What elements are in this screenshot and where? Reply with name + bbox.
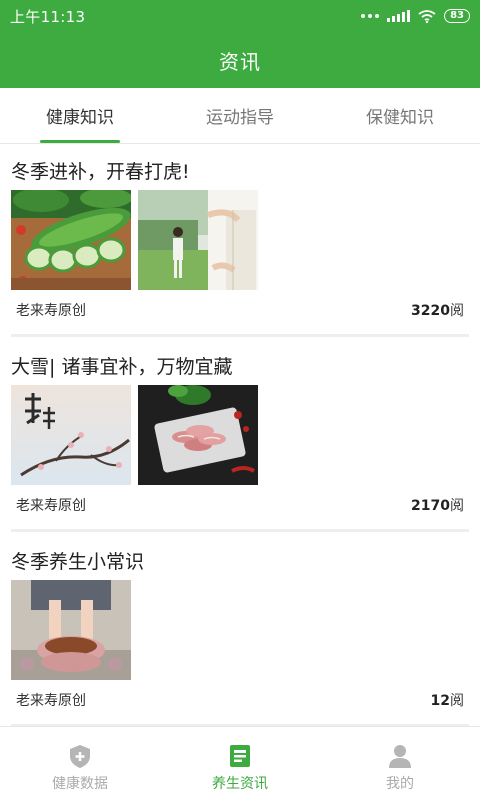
article-read-count: 2170阅	[411, 495, 464, 515]
divider	[11, 334, 469, 337]
tab-label: 健康知识	[46, 108, 114, 128]
notification-dots-icon	[361, 14, 380, 18]
wifi-icon	[418, 9, 436, 23]
person-icon	[389, 745, 411, 768]
article-meta: 老来寿原创 12阅	[16, 690, 464, 710]
tab-label: 保健知识	[366, 108, 434, 128]
article-card[interactable]: 冬季养生小常识 老来寿原创 12阅	[0, 534, 480, 726]
battery-indicator: 83	[444, 9, 470, 23]
tab-wellness-knowledge[interactable]: 保健知识	[320, 88, 480, 143]
article-feed[interactable]: 冬季进补，开春打虎! 老来寿原创 3220阅 大雪| 诸事宜补，万物宜藏 老来寿…	[0, 144, 480, 726]
reads-number: 12	[430, 693, 450, 709]
reads-number: 2170	[411, 498, 450, 514]
foot-soak-image	[11, 580, 131, 680]
article-source: 老来寿原创	[16, 693, 86, 709]
article-read-count: 3220阅	[411, 300, 464, 320]
article-read-count: 12阅	[431, 690, 464, 710]
nav-wellness-news[interactable]: 养生资讯	[160, 727, 320, 800]
nav-profile[interactable]: 我的	[320, 727, 480, 800]
article-title: 大雪| 诸事宜补，万物宜藏	[11, 356, 233, 378]
tai-chi-image	[138, 190, 258, 290]
news-icon	[230, 745, 250, 767]
status-bar: 上午11:13 83	[0, 0, 480, 32]
category-tabs: 健康知识 运动指导 保健知识	[0, 88, 480, 144]
tab-exercise-guide[interactable]: 运动指导	[160, 88, 320, 143]
bottom-navigation: 健康数据 养生资讯 我的	[0, 726, 480, 800]
lamb-slices-image	[138, 385, 258, 485]
reads-unit: 阅	[450, 303, 464, 319]
article-images	[11, 580, 131, 680]
nav-label: 健康数据	[52, 776, 108, 792]
nav-health-data[interactable]: 健康数据	[0, 727, 160, 800]
article-meta: 老来寿原创 3220阅	[16, 300, 464, 320]
article-card[interactable]: 冬季进补，开春打虎! 老来寿原创 3220阅	[0, 144, 480, 338]
article-images	[11, 190, 258, 290]
reads-unit: 阅	[450, 693, 464, 709]
tab-label: 运动指导	[206, 108, 274, 128]
reads-number: 3220	[411, 303, 450, 319]
tab-health-knowledge[interactable]: 健康知识	[0, 88, 160, 143]
signal-icon	[387, 10, 411, 22]
status-icons: 83	[361, 9, 470, 23]
article-meta: 老来寿原创 2170阅	[16, 495, 464, 515]
snowy-plum-branch-image	[11, 385, 131, 485]
article-title: 冬季进补，开春打虎!	[11, 161, 190, 183]
app-header: 上午11:13 83 资讯	[0, 0, 480, 88]
status-time: 上午11:13	[10, 7, 86, 26]
article-source: 老来寿原创	[16, 498, 86, 514]
page-title: 资讯	[219, 49, 261, 74]
active-tab-indicator	[40, 140, 120, 143]
article-images	[11, 385, 258, 485]
article-card[interactable]: 大雪| 诸事宜补，万物宜藏 老来寿原创 2170阅	[0, 339, 480, 533]
nav-label: 养生资讯	[212, 776, 268, 792]
nav-label: 我的	[386, 776, 414, 792]
article-title: 冬季养生小常识	[11, 551, 145, 573]
bitter-melon-image	[11, 190, 131, 290]
article-source: 老来寿原创	[16, 303, 86, 319]
shield-plus-icon	[70, 745, 90, 768]
divider	[11, 529, 469, 532]
reads-unit: 阅	[450, 498, 464, 514]
